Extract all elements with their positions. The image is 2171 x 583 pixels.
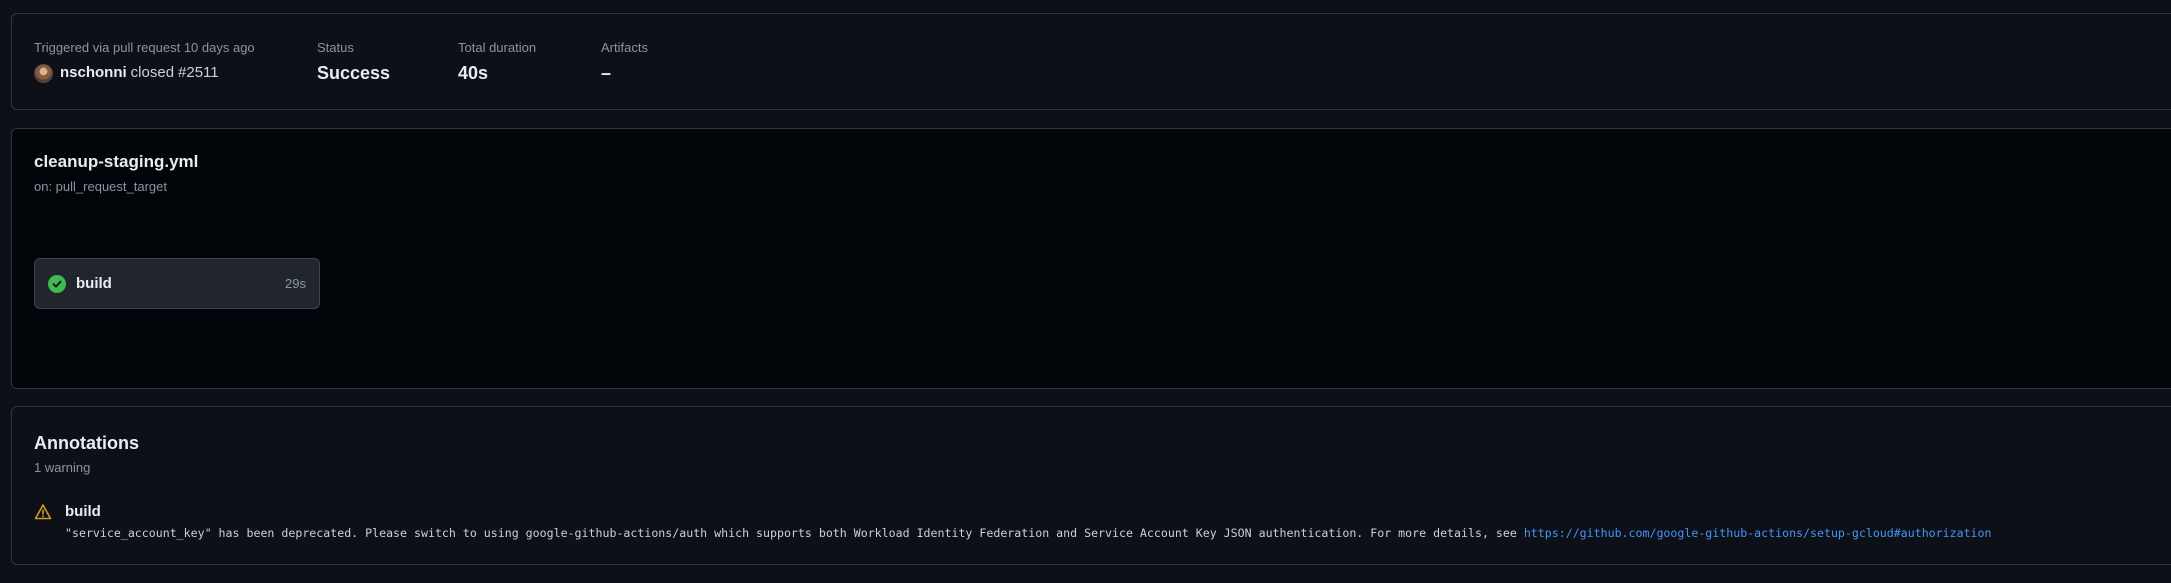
workflow-trigger: on: pull_request_target — [34, 179, 167, 194]
job-card-build[interactable]: build 29s — [34, 258, 320, 309]
annotations-title: Annotations — [34, 433, 139, 453]
duration-info: Total duration 40s — [458, 39, 537, 83]
annotation-message-text: "service_account_key" has been deprecate… — [65, 526, 1524, 540]
check-circle-fill-icon — [48, 274, 66, 293]
trigger-detail: nschonni closed #2511 — [34, 63, 219, 83]
pull-request-link[interactable]: #2511 — [178, 63, 219, 83]
job-name: build — [76, 275, 112, 292]
duration-value: 40s — [458, 63, 489, 83]
annotation-doc-link[interactable]: https://github.com/google-github-actions… — [1524, 526, 1992, 540]
artifacts-info: Artifacts – — [601, 39, 648, 83]
run-summary-panel: Triggered via pull request 10 days ago n… — [11, 13, 2171, 110]
annotation-job-link[interactable]: build — [65, 503, 101, 520]
avatar[interactable] — [34, 63, 53, 83]
trigger-action: closed — [130, 64, 175, 81]
alert-triangle-icon — [34, 503, 52, 521]
artifacts-label: Artifacts — [601, 40, 648, 55]
annotations-count: 1 warning — [34, 460, 91, 475]
actor-link[interactable]: nschonni — [60, 63, 127, 83]
workflow-graph-panel: cleanup-staging.yml on: pull_request_tar… — [11, 128, 2171, 389]
trigger-label: Triggered via pull request 10 days ago — [34, 40, 255, 55]
artifacts-value: – — [601, 63, 612, 83]
annotations-panel: Annotations 1 warning build "service_acc… — [11, 406, 2171, 565]
status-value: Success — [317, 63, 391, 83]
annotation-message: "service_account_key" has been deprecate… — [65, 526, 1992, 540]
duration-label: Total duration — [458, 40, 537, 55]
status-label: Status — [317, 40, 354, 55]
status-info: Status Success — [317, 39, 390, 83]
trigger-info: Triggered via pull request 10 days ago n… — [34, 39, 255, 83]
job-duration: 29s — [285, 276, 306, 291]
workflow-file-name: cleanup-staging.yml — [34, 152, 199, 171]
